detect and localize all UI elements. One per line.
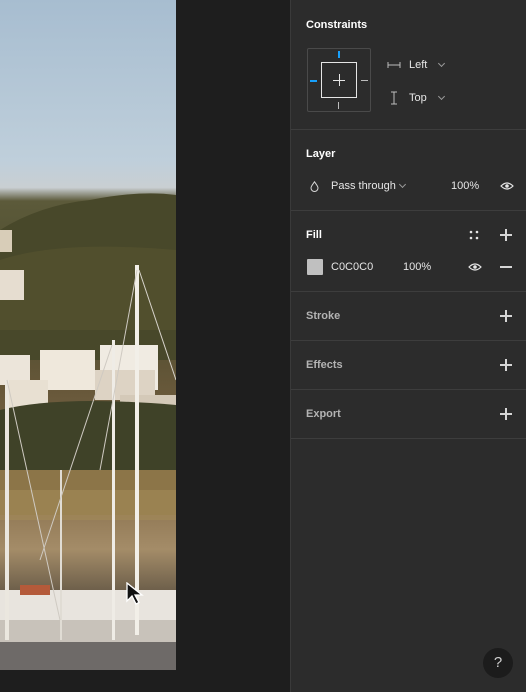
chevron-down-icon [438,59,446,68]
export-section[interactable]: Export [291,390,526,439]
chevron-down-icon [437,92,445,101]
constraints-title: Constraints [306,19,368,31]
horizontal-constraint-value: Left [409,59,428,71]
fill-opacity-input[interactable]: 100% [403,261,431,273]
constraint-right-handle[interactable] [361,80,368,81]
chevron-down-icon [398,180,406,189]
constraint-bottom-handle[interactable] [338,102,339,109]
fill-hex-input[interactable]: C0C0C0 [331,261,373,273]
vertical-constraint-value: Top [409,92,427,104]
layer-section: Layer Pass through 100% [291,130,526,211]
add-effect-plus-icon[interactable] [500,359,512,371]
horizontal-constraint-icon [387,62,401,68]
canvas[interactable] [0,0,290,692]
constraint-left-handle[interactable] [310,80,317,82]
eye-icon[interactable] [500,181,514,191]
constraint-top-handle[interactable] [338,51,340,58]
harbor-photo[interactable] [0,0,176,670]
constraints-widget[interactable] [307,48,371,112]
constraint-center-box[interactable] [321,62,357,98]
layer-opacity-input[interactable]: 100% [451,180,479,192]
remove-fill-minus-icon[interactable] [500,266,512,268]
blend-mode-value: Pass through [331,180,396,192]
add-fill-plus-icon[interactable] [500,229,512,241]
blend-mode-drop-icon [310,181,319,192]
export-title: Export [306,408,341,420]
fill-title: Fill [306,229,322,241]
mouse-pointer-icon [126,582,144,605]
properties-panel: Constraints Left Top Layer Pass through … [290,0,526,692]
stroke-section[interactable]: Stroke [291,292,526,341]
styles-grid-icon[interactable] [469,230,479,240]
effects-title: Effects [306,359,343,371]
horizontal-constraint-select[interactable]: Left [387,59,446,71]
fill-section: Fill C0C0C0 100% [291,211,526,292]
help-button[interactable]: ? [483,648,513,678]
add-export-plus-icon[interactable] [500,408,512,420]
add-stroke-plus-icon[interactable] [500,310,512,322]
effects-section[interactable]: Effects [291,341,526,390]
photo-illustration [0,193,176,670]
vertical-constraint-icon [391,91,397,105]
eye-icon[interactable] [468,262,482,272]
vertical-constraint-select[interactable]: Top [387,91,445,105]
stroke-title: Stroke [306,310,341,322]
fill-color-swatch[interactable] [307,259,323,275]
layer-title: Layer [306,148,336,160]
blend-mode-select[interactable]: Pass through [331,180,406,192]
constraints-section: Constraints Left Top [291,0,526,130]
